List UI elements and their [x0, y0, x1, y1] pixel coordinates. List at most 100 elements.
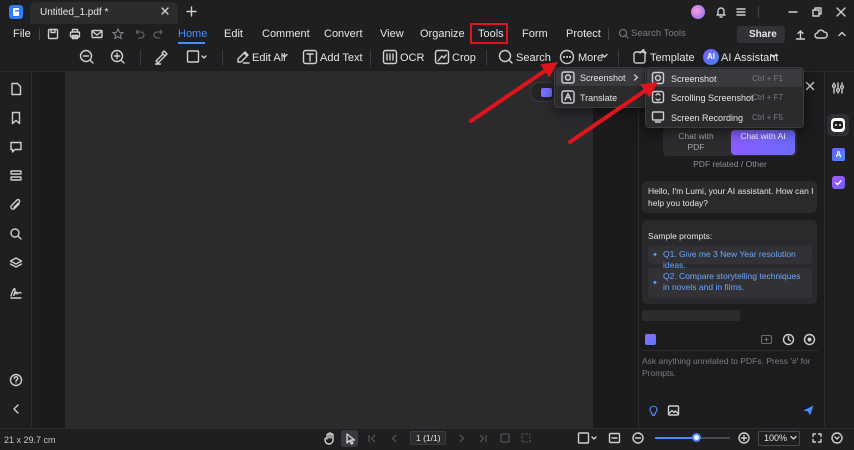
search-panel-icon[interactable] [9, 227, 23, 241]
zoom-in-status-icon[interactable] [738, 432, 750, 444]
chat-input[interactable]: Ask anything unrelated to PDFs. Press '#… [642, 356, 812, 379]
properties-icon[interactable] [831, 81, 845, 95]
menu-item-screenshot: Screenshot [580, 73, 626, 83]
tab-view[interactable]: View [380, 26, 404, 42]
tab-tools[interactable]: Tools [478, 26, 504, 42]
page-thumbnail-icon[interactable] [9, 82, 23, 96]
highlight-icon[interactable] [153, 49, 169, 65]
lightbulb-icon[interactable] [647, 404, 660, 417]
history-icon[interactable] [782, 333, 795, 346]
hand-tool-icon[interactable] [323, 432, 336, 445]
translate-rail-icon[interactable]: A [832, 148, 845, 161]
send-icon[interactable] [802, 404, 815, 417]
upload-icon[interactable] [794, 28, 807, 41]
divider [39, 28, 40, 40]
zoom-in-icon[interactable] [110, 49, 126, 65]
menu-item-translate[interactable]: Translate [580, 92, 617, 104]
bookmark-icon[interactable] [9, 111, 23, 125]
restore-icon[interactable] [810, 5, 824, 19]
fullscreen-icon[interactable] [811, 432, 823, 444]
first-page-icon[interactable] [367, 433, 378, 444]
close-window-icon[interactable] [834, 5, 848, 19]
chat-with-ai-tab: Chat with AI [740, 131, 786, 141]
undo-icon[interactable] [132, 27, 146, 41]
collapse-sidebar-icon[interactable] [11, 403, 21, 415]
crop-button[interactable]: Crop [452, 51, 476, 65]
divider [618, 50, 619, 66]
prev-page-icon[interactable] [389, 433, 400, 444]
submenu-item-screen-recording[interactable]: Screen Recording [671, 112, 743, 124]
zoom-slider-thumb[interactable] [691, 433, 701, 442]
scrolling-screenshot-icon [651, 90, 665, 104]
rotate-page-icon[interactable] [499, 432, 511, 444]
tab-convert[interactable]: Convert [324, 26, 363, 42]
zoom-out-icon[interactable] [79, 49, 95, 65]
new-chat-icon[interactable] [760, 333, 773, 346]
divider [642, 350, 818, 351]
more-button[interactable]: More [578, 51, 603, 65]
submenu-item-scrolling-screenshot[interactable]: Scrolling Screenshot [671, 92, 754, 104]
search-button[interactable]: Search [516, 51, 551, 65]
help-icon[interactable] [9, 373, 23, 387]
notification-bell-icon[interactable] [714, 5, 728, 19]
crop-icon[interactable] [434, 49, 450, 65]
template-icon[interactable] [632, 49, 648, 65]
next-page-icon[interactable] [456, 433, 467, 444]
print-icon[interactable] [68, 27, 82, 41]
pdf-page[interactable] [65, 72, 593, 428]
signature-icon[interactable] [9, 285, 23, 299]
ocr-button[interactable]: OCR [400, 51, 424, 65]
email-icon[interactable] [90, 27, 104, 41]
ocr-icon[interactable] [382, 49, 398, 65]
sample-prompt-1[interactable]: Q1. Give me 3 New Year resolution ideas. [648, 246, 812, 270]
avatar[interactable] [691, 5, 705, 19]
tab-edit[interactable]: Edit [224, 26, 243, 42]
window-menu-icon[interactable] [734, 5, 748, 19]
last-page-icon[interactable] [477, 433, 488, 444]
more-icon[interactable] [559, 49, 575, 65]
tab-comment[interactable]: Comment [262, 26, 310, 42]
add-circle-icon[interactable] [803, 333, 816, 346]
tab-home[interactable]: Home [178, 26, 207, 42]
page-layout-icon[interactable] [577, 431, 597, 445]
chat-with-pdf-tab[interactable]: Chat with PDF [670, 131, 722, 153]
tab-organize[interactable]: Organize [420, 26, 465, 42]
redo-icon[interactable] [152, 27, 166, 41]
new-tab-icon[interactable] [186, 6, 197, 17]
stack-icon[interactable] [9, 256, 23, 270]
minimize-icon[interactable] [786, 5, 800, 19]
ai-assistant-icon[interactable]: AI [703, 49, 719, 65]
close-tab-icon[interactable] [160, 6, 170, 16]
share-button-label: Share [749, 29, 777, 40]
star-icon[interactable] [111, 27, 125, 41]
layers-panel-icon[interactable] [9, 169, 23, 183]
fit-width-icon[interactable] [608, 432, 621, 444]
screenshot-icon [651, 71, 665, 85]
attachment-icon[interactable] [9, 198, 23, 212]
app-logo[interactable] [9, 5, 23, 19]
check-rail-icon[interactable] [832, 176, 845, 189]
tab-protect[interactable]: Protect [566, 26, 601, 42]
fit-page-icon[interactable] [520, 432, 532, 444]
add-text-icon[interactable] [302, 49, 318, 65]
page-size-readout: 21 x 29.7 cm [4, 435, 56, 445]
tab-form[interactable]: Form [522, 26, 548, 42]
add-text-button[interactable]: Add Text [320, 51, 363, 65]
collapse-status-icon[interactable] [831, 432, 843, 444]
close-panel-icon[interactable] [804, 80, 816, 92]
edit-all-icon[interactable] [235, 49, 251, 65]
collapse-ribbon-icon[interactable] [836, 28, 848, 40]
zoom-level: 100% [764, 433, 788, 443]
search-tools-input[interactable]: Search Tools [631, 28, 686, 39]
shape-icon[interactable] [186, 49, 208, 65]
zoom-out-status-icon[interactable] [632, 432, 644, 444]
image-upload-icon[interactable] [667, 404, 680, 417]
search-icon[interactable] [498, 49, 514, 65]
save-icon[interactable] [46, 27, 60, 41]
sample-prompt-2[interactable]: Q2. Compare storytelling techniques in n… [648, 268, 812, 298]
cloud-icon[interactable] [814, 28, 828, 41]
comment-icon[interactable] [9, 140, 23, 154]
template-button[interactable]: Template [650, 51, 695, 65]
file-menu[interactable]: File [13, 26, 31, 42]
divider [222, 50, 223, 66]
